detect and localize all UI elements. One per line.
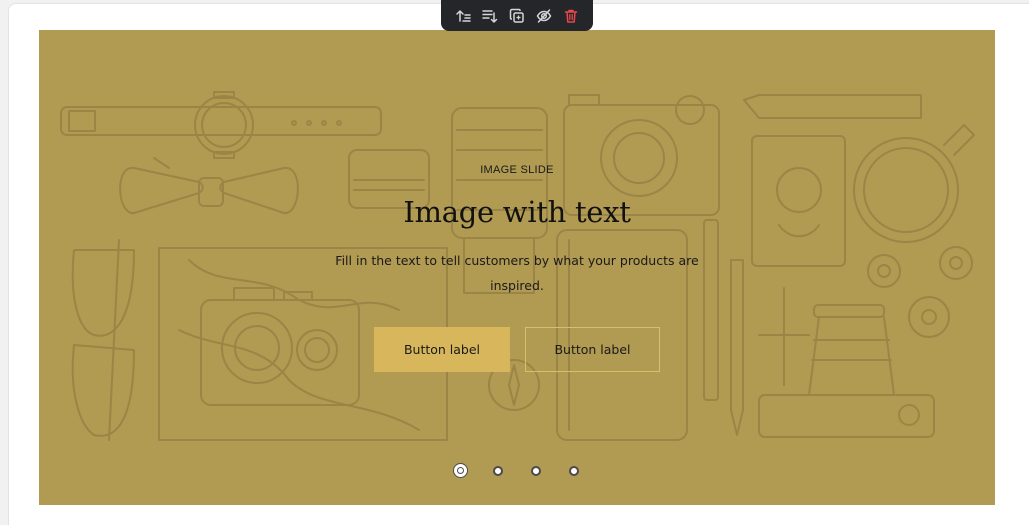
move-down-button[interactable] (477, 0, 504, 31)
pagination-dot-1[interactable] (453, 463, 468, 478)
move-up-button[interactable] (450, 0, 477, 31)
slide-pagination (39, 463, 995, 479)
delete-icon (564, 9, 577, 23)
slide-eyebrow: IMAGE SLIDE (480, 164, 554, 176)
hide-icon (536, 8, 552, 23)
primary-button[interactable]: Button label (374, 327, 510, 372)
pagination-dot-2[interactable] (493, 466, 503, 476)
duplicate-icon (509, 8, 524, 23)
pagination-dot-4[interactable] (569, 466, 579, 476)
slide-heading: Image with text (403, 195, 631, 229)
slide-content: IMAGE SLIDE Image with text Fill in the … (39, 30, 995, 505)
secondary-button[interactable]: Button label (525, 327, 660, 372)
block-toolbar (441, 0, 593, 31)
move-down-icon (482, 9, 498, 23)
duplicate-button[interactable] (504, 0, 531, 31)
hide-button[interactable] (530, 0, 557, 31)
slide-body-text: Fill in the text to tell customers by wh… (335, 253, 699, 293)
image-slide: IMAGE SLIDE Image with text Fill in the … (39, 30, 995, 505)
pagination-dot-3[interactable] (531, 466, 541, 476)
move-up-icon (456, 9, 472, 22)
delete-button[interactable] (557, 0, 584, 31)
